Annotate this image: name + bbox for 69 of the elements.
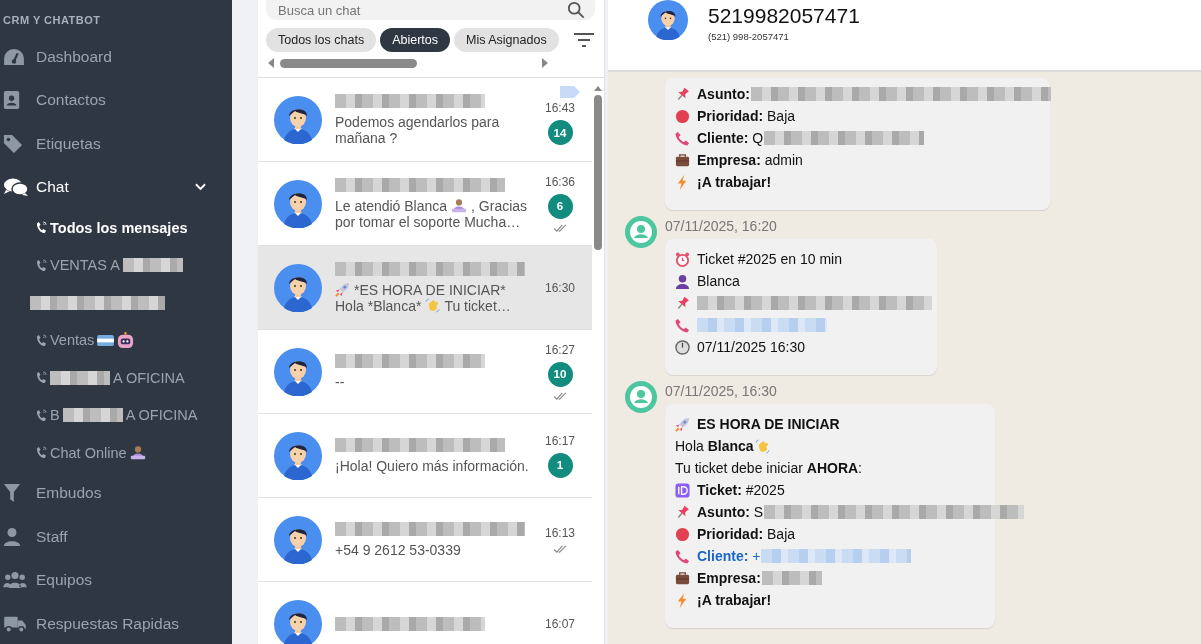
message-line: Cliente: Q [697,130,764,146]
sidebar-item[interactable]: Equipos [0,558,232,602]
chat-time: 16:13 [545,525,575,540]
submenu-item[interactable]: Todos los mensajes [50,219,188,236]
message-preview: Tu ticket… [444,297,511,314]
sidebar-item[interactable]: Etiquetas [0,122,232,166]
message-preview: ¡Hola! Quiero más información. [335,457,529,474]
filter-tab[interactable]: Abiertos [380,28,451,52]
filter-tab[interactable]: Mis Asignados [454,28,559,52]
message-line: Blanca [697,273,740,289]
message-timestamp: 07/11/2025, 16:20 [665,218,778,234]
message-preview: -- [335,373,345,390]
message-line: ¡A trabajar! [697,592,772,608]
chat-list-item[interactable]: +54 9 2612 53-0339 16:13 [258,498,592,582]
message-line: Asunto: S [697,504,764,520]
sidebar-item[interactable]: Contactos [0,78,232,122]
message-line: Empresa: admin [697,152,803,168]
chat-time: 16:43 [545,101,575,115]
chat-time: 16:30 [545,280,575,295]
message-preview: por tomar el soporte Mucha… [335,213,521,230]
sidebar-item[interactable]: Respuestas Rapidas [0,602,232,644]
chat-list-item[interactable]: 16:07 [258,582,592,644]
sidebar-heading: CRM Y CHATBOT [2,13,102,28]
message-line: Cliente: + [697,548,761,564]
submenu-item[interactable]: A OFICINA [113,369,185,386]
submenu-item[interactable]: VENTAS A [50,257,120,274]
filter-tab[interactable]: Todos los chats [266,28,377,52]
message-line: ES HORA DE INICIAR [697,416,840,432]
message-preview: Hola *Blanca* [335,297,422,314]
message-line: Prioridad: Baja [697,108,796,124]
message-line: Ticket: #2025 [697,482,785,498]
chat-time: 16:07 [545,616,575,631]
message-preview: Podemos agendarlos para mañana ? [335,113,501,146]
message-line: Asunto: [697,86,750,102]
message-line: Ticket #2025 en 10 min [697,251,842,267]
message-timestamp: 07/11/2025, 16:30 [665,383,778,399]
chat-list-item[interactable]: -- 16:27 10 [258,330,592,414]
message-line: Prioridad: Baja [697,526,796,542]
unread-count-badge: 14 [547,120,573,145]
unread-count-badge: 6 [547,193,573,219]
submenu-item[interactable]: A OFICINA [125,407,198,424]
message-line: Tu ticket debe iniciar AHORA: [675,460,862,476]
contact-phone: (521) 998-2057471 [708,31,790,42]
chat-time: 16:36 [545,174,575,189]
chat-time: 16:27 [545,342,575,357]
message-line: Hola Blanca [675,438,754,454]
submenu-item[interactable]: Chat Online [50,444,127,461]
submenu-item[interactable]: B [50,407,60,424]
message-preview: *ES HORA DE INICIAR* [354,281,506,298]
message-preview: Le atendió Blanca [335,197,448,214]
sidebar-item[interactable]: Embudos [0,471,232,515]
message-line: 07/11/2025 16:30 [697,339,805,355]
chat-list-item[interactable]: Podemos agendarlos para mañana ? 16:43 14 [258,78,592,162]
message-line: ¡A trabajar! [697,174,772,190]
message-line: Empresa: [697,570,761,586]
unread-count-badge: 10 [547,361,573,387]
chat-list-item[interactable]: ¡Hola! Quiero más información. 16:17 1 [258,414,592,498]
chat-time: 16:17 [545,433,575,448]
sidebar-item[interactable]: Dashboard [0,35,232,79]
sidebar-item[interactable]: Chat [0,165,232,209]
unread-count-badge: 1 [547,452,573,478]
search-field[interactable]: Busca un chat [266,0,595,20]
chat-list-item[interactable]: *ES HORA DE INICIAR* Hola *Blanca* Tu ticket… 16:30 [258,246,592,330]
sidebar-item[interactable]: Staff [0,515,232,559]
message-preview: , Gracias [471,197,528,214]
submenu-item[interactable]: Ventas [50,332,95,349]
message-preview: +54 9 2612 53-0339 [335,541,461,558]
chat-list-item[interactable]: Le atendió Blanca , Gracias por tomar el soporte Mucha… 16:36 6 [258,162,592,246]
contact-name: 5219982057471 [708,4,860,28]
